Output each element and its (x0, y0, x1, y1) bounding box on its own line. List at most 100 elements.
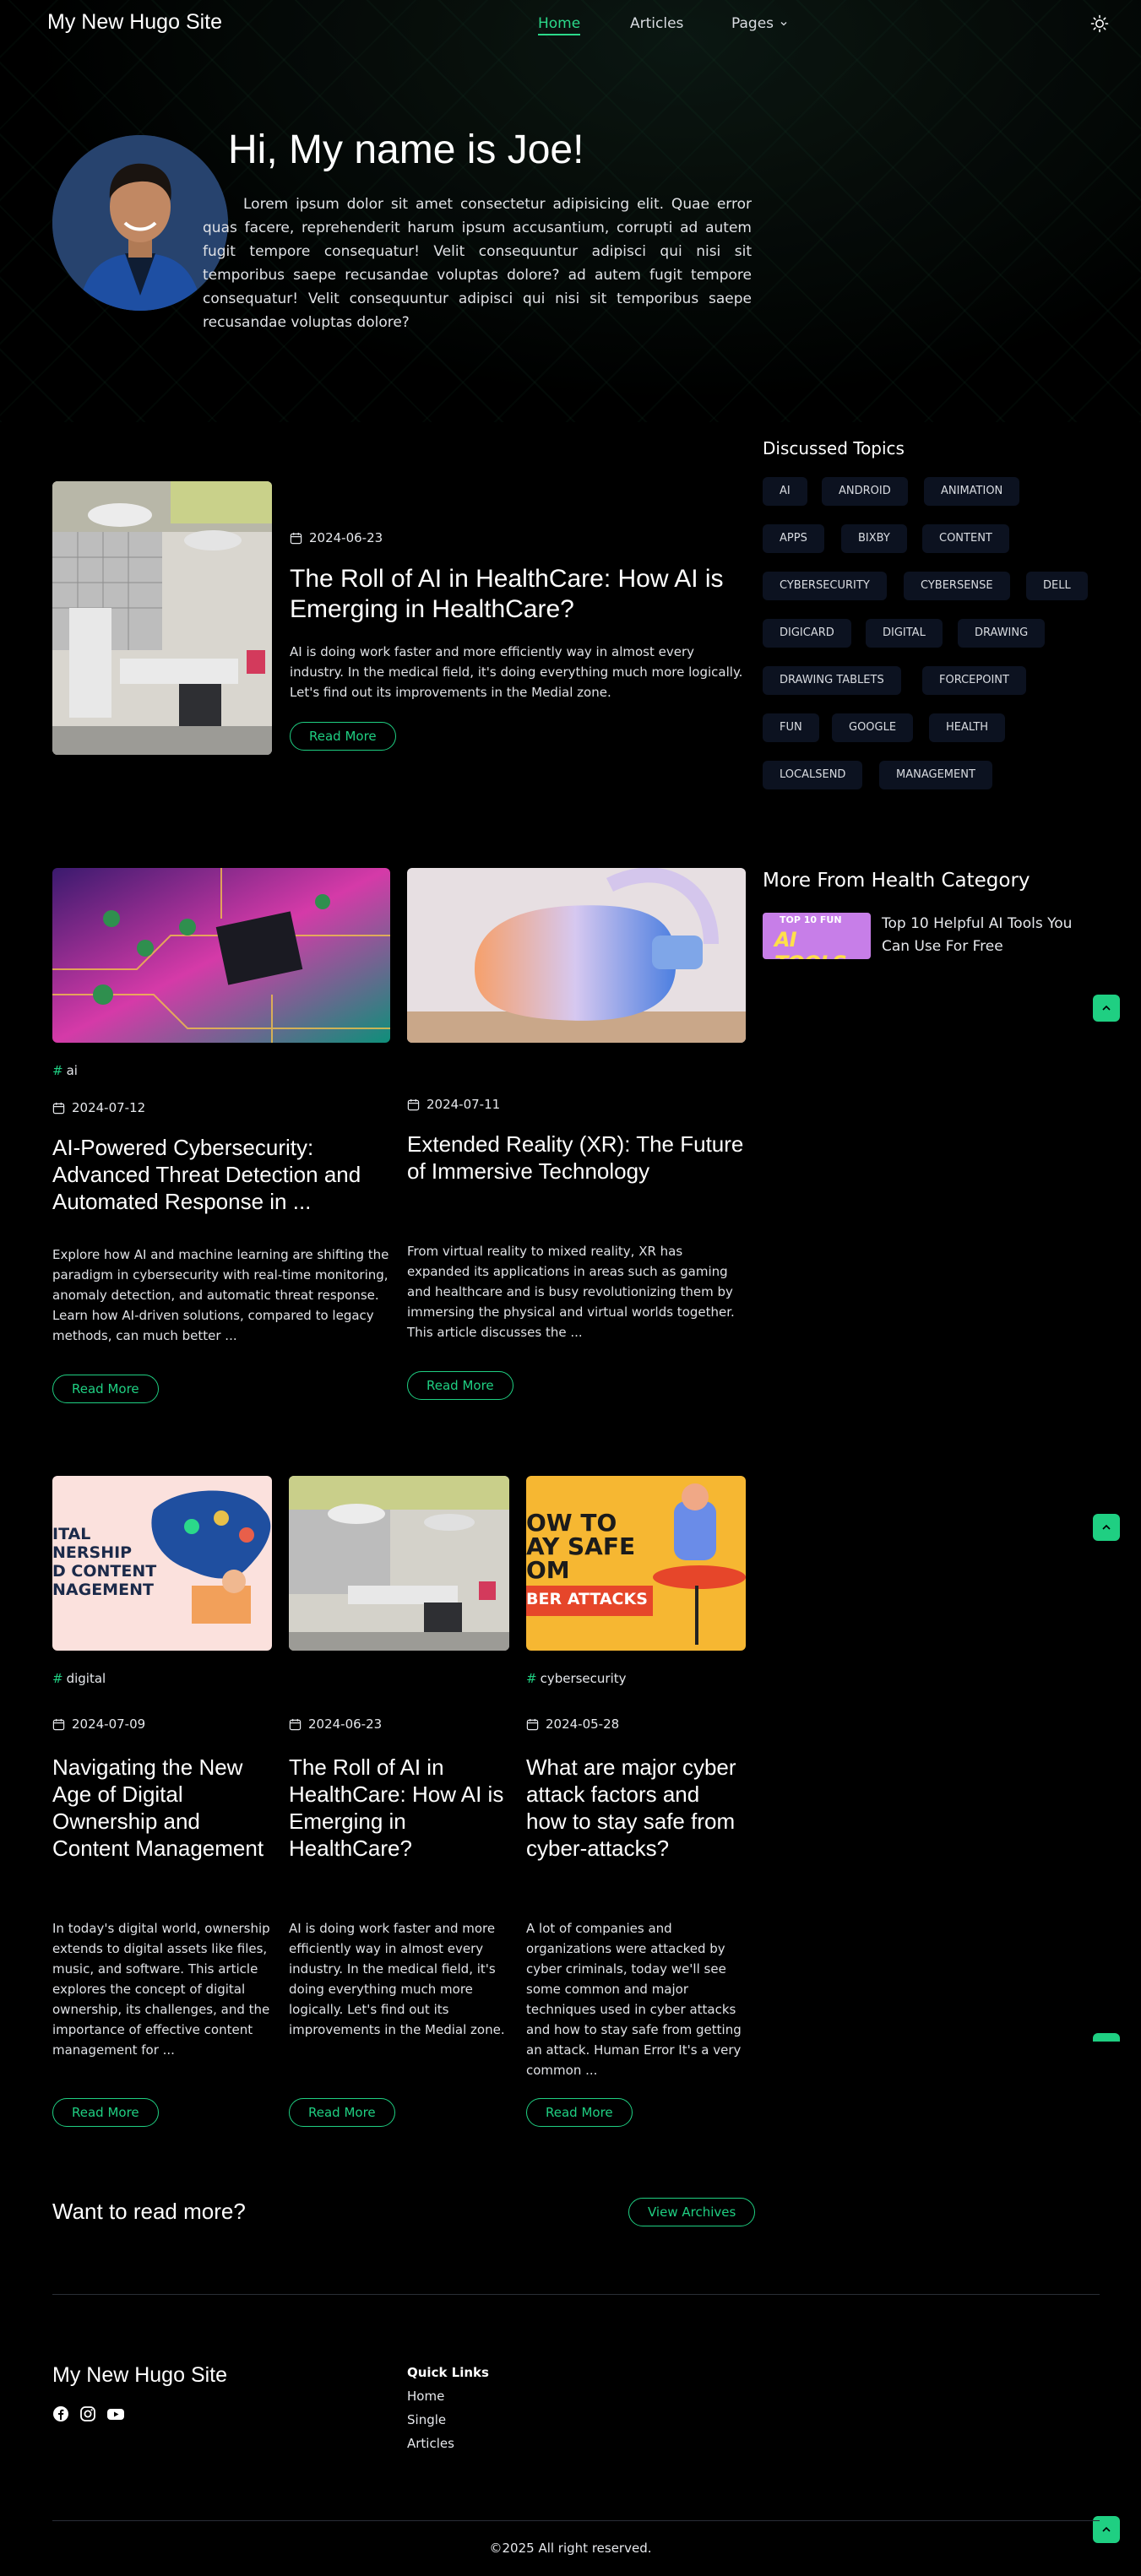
featured-post-image[interactable] (52, 481, 272, 755)
calendar-icon (52, 1102, 65, 1114)
more-item-title[interactable]: Top 10 Helpful AI Tools You Can Use For … (882, 913, 1093, 958)
post-tag-cybersecurity[interactable]: # cybersecurity (526, 1671, 627, 1686)
topic-tag[interactable]: FUN (763, 713, 819, 742)
nav-home[interactable]: Home (538, 15, 581, 35)
thumb-text-line: BER ATTACKS (526, 1590, 648, 1608)
nav-pages[interactable]: Pages (731, 15, 788, 32)
topic-tag[interactable]: ANDROID (822, 477, 908, 506)
thumb-text-line: OM (526, 1556, 570, 1584)
thumb-top-text: TOP 10 FUN (780, 914, 842, 925)
thumb-text-line: OW TO (526, 1509, 617, 1537)
topic-tag[interactable]: AI (763, 477, 807, 506)
topic-tag[interactable]: LOCALSEND (763, 761, 863, 789)
xr-headset-image[interactable] (407, 868, 746, 1043)
site-header: My New Hugo Site Home Articles Pages (0, 0, 1141, 49)
footer-divider (52, 2294, 1100, 2295)
topic-tag[interactable]: DIGICARD (763, 619, 851, 648)
post-title[interactable]: Navigating the New Age of Digital Owners… (52, 1754, 272, 1862)
post-title[interactable]: The Roll of AI in HealthCare: How AI is … (289, 1754, 509, 1862)
ai-healthcare-image[interactable] (289, 1476, 509, 1651)
youtube-icon[interactable] (106, 2405, 125, 2422)
instagram-icon[interactable] (79, 2405, 96, 2422)
post-date: 2024-07-09 (52, 1716, 145, 1732)
digital-ownership-image[interactable]: ITAL NERSHIP D CONTENT NAGEMENT (52, 1476, 272, 1651)
scroll-to-top-button[interactable] (1093, 995, 1120, 1022)
topic-tag[interactable]: GOOGLE (832, 713, 914, 742)
featured-post-date: 2024-06-23 (290, 530, 383, 545)
read-more-button[interactable]: Read More (52, 1375, 159, 1403)
site-brand[interactable]: My New Hugo Site (47, 10, 222, 35)
thumb-text-block: OW TO AY SAFE OM BER ATTACKS (526, 1511, 648, 1611)
post-date-text: 2024-06-23 (308, 1716, 383, 1732)
thumb-text-line: NERSHIP (52, 1543, 133, 1562)
topic-tag[interactable]: HEALTH (929, 713, 1006, 742)
footer-brand[interactable]: My New Hugo Site (52, 2363, 227, 2388)
cyber-attacks-image[interactable]: OW TO AY SAFE OM BER ATTACKS (526, 1476, 746, 1651)
ai-tools-thumbnail[interactable]: TOP 10 FUN AI TOOLS (763, 913, 871, 959)
topic-tag[interactable]: CYBERSECURITY (763, 572, 887, 600)
topic-tag[interactable]: BIXBY (841, 524, 907, 553)
post-tag-ai[interactable]: # ai (52, 1063, 78, 1078)
topic-tag[interactable]: ANIMATION (924, 477, 1020, 506)
topic-tag[interactable]: DRAWING TABLETS (763, 666, 901, 695)
featured-post-title[interactable]: The Roll of AI in HealthCare: How AI is … (290, 564, 746, 625)
discussed-topics-heading: Discussed Topics (763, 438, 905, 458)
post-date: 2024-05-28 (526, 1716, 619, 1732)
view-archives-button[interactable]: View Archives (628, 2198, 756, 2226)
thumb-text-line: ITAL (52, 1525, 91, 1543)
hero-intro-text: Lorem ipsum dolor sit amet consectetur a… (203, 196, 752, 331)
read-more-button[interactable]: Read More (526, 2098, 633, 2127)
topic-tag[interactable]: FORCEPOINT (922, 666, 1026, 695)
post-date: 2024-07-11 (407, 1097, 500, 1112)
quick-links-heading: Quick Links (407, 2365, 489, 2380)
featured-read-more-button[interactable]: Read More (290, 722, 396, 751)
calendar-icon (407, 1098, 420, 1110)
topic-tag[interactable]: DRAWING (958, 619, 1046, 648)
footer-link-articles[interactable]: Articles (407, 2436, 454, 2451)
post-title[interactable]: What are major cyber attack factors and … (526, 1754, 746, 1862)
featured-post-date-text: 2024-06-23 (309, 530, 383, 545)
read-more-button[interactable]: Read More (52, 2098, 159, 2127)
topic-tag[interactable]: APPS (763, 524, 824, 553)
topic-tag[interactable]: DIGITAL (866, 619, 943, 648)
topic-tag[interactable]: DELL (1026, 572, 1088, 600)
post-date: 2024-07-12 (52, 1100, 145, 1115)
post-tag-label: ai (66, 1063, 78, 1078)
chevron-down-icon (780, 22, 787, 26)
featured-post-excerpt: AI is doing work faster and more efficie… (290, 644, 743, 700)
read-more-button[interactable]: Read More (289, 2098, 395, 2127)
read-more-button[interactable]: Read More (407, 1371, 513, 1400)
hero-title: Hi, My name is Joe! (228, 127, 584, 172)
calendar-icon (52, 1718, 65, 1730)
ai-cybersecurity-image[interactable] (52, 868, 390, 1043)
thumb-text-line: NAGEMENT (52, 1581, 154, 1599)
post-excerpt: From virtual reality to mixed reality, X… (407, 1244, 735, 1340)
scroll-to-top-button[interactable] (1093, 2033, 1120, 2042)
chevron-up-icon (1102, 1005, 1111, 1011)
topic-tag[interactable]: CYBERSENSE (904, 572, 1010, 600)
calendar-icon (290, 532, 302, 544)
post-tag-label: digital (66, 1671, 106, 1686)
post-tag-label: cybersecurity (540, 1671, 627, 1686)
chevron-up-icon (1102, 1524, 1111, 1530)
sun-icon[interactable] (1089, 14, 1110, 34)
footer-link-single[interactable]: Single (407, 2412, 446, 2427)
avatar (52, 135, 228, 311)
post-title[interactable]: AI-Powered Cybersecurity: Advanced Threa… (52, 1134, 390, 1215)
calendar-icon (526, 1718, 539, 1730)
facebook-icon[interactable] (52, 2405, 69, 2422)
thumb-text-line: AY SAFE (526, 1532, 636, 1560)
topic-tag[interactable]: CONTENT (922, 524, 1009, 553)
nav-pages-label: Pages (731, 15, 774, 32)
scroll-to-top-button[interactable] (1093, 1514, 1120, 1541)
topic-tag[interactable]: MANAGEMENT (879, 761, 992, 789)
post-excerpt: In today's digital world, ownership exte… (52, 1921, 270, 2058)
calendar-icon (289, 1718, 302, 1730)
nav-articles[interactable]: Articles (630, 15, 683, 32)
post-date-text: 2024-07-12 (72, 1100, 146, 1115)
read-more-cta-text: Want to read more? (52, 2199, 246, 2224)
more-from-health-heading: More From Health Category (763, 870, 1030, 892)
post-title[interactable]: Extended Reality (XR): The Future of Imm… (407, 1131, 746, 1185)
footer-link-home[interactable]: Home (407, 2389, 444, 2404)
post-tag-digital[interactable]: # digital (52, 1671, 106, 1686)
